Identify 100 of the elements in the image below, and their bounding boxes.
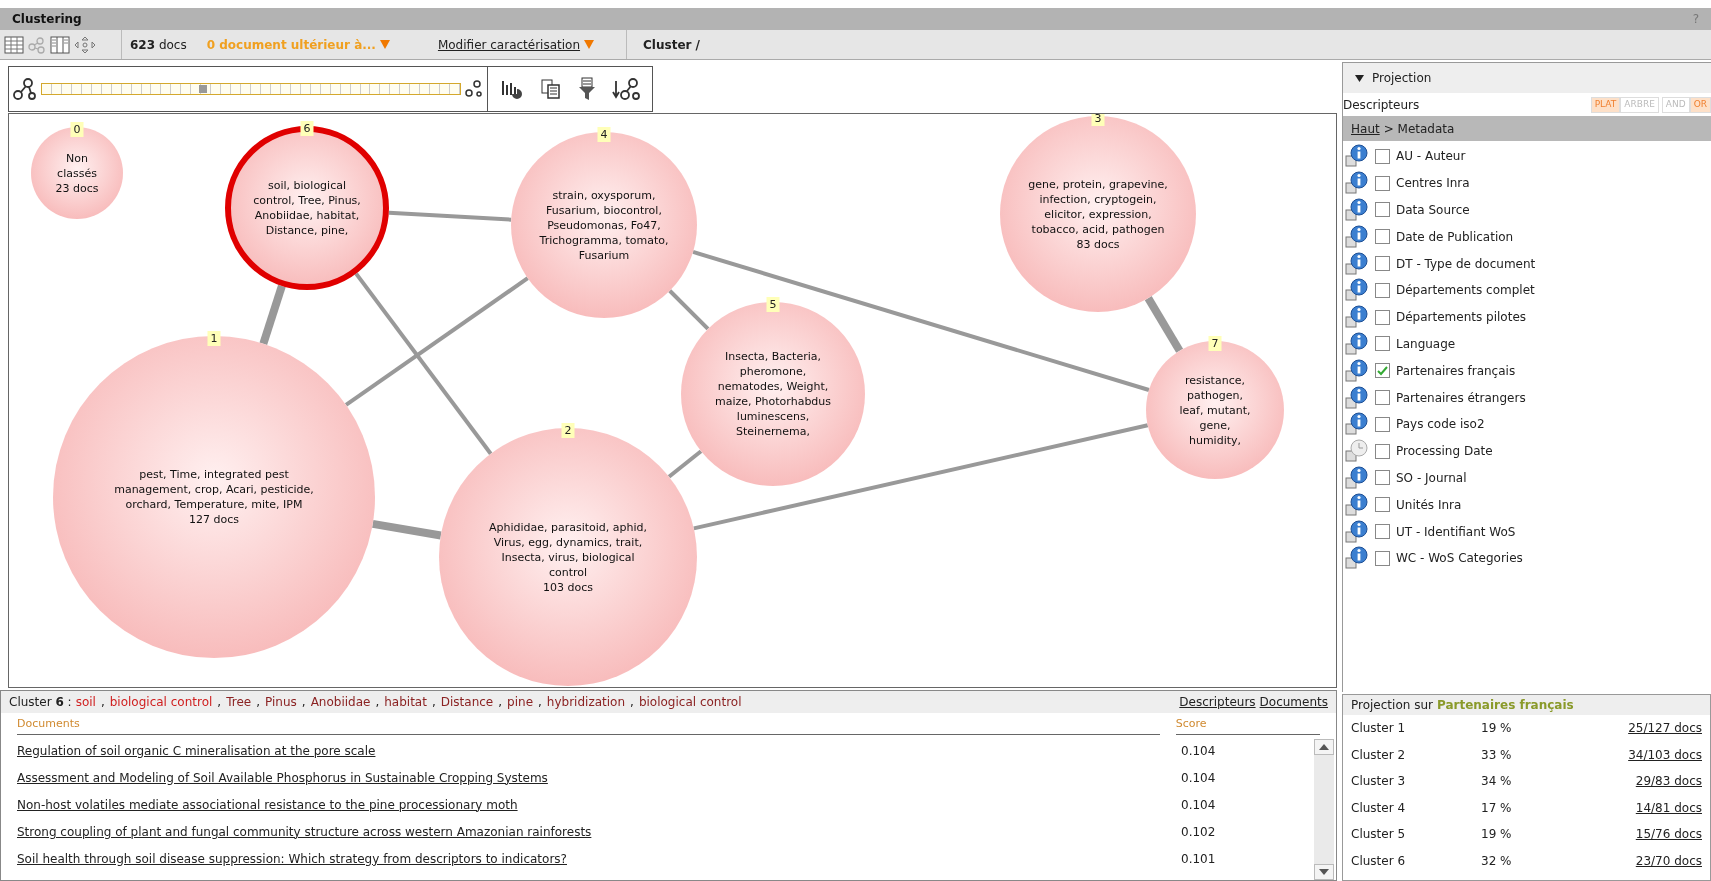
cluster-term[interactable]: Distance: [440, 693, 494, 711]
checkbox[interactable]: [1375, 282, 1390, 298]
info-icon[interactable]: [1345, 278, 1369, 303]
info-icon[interactable]: [1345, 385, 1369, 410]
cluster-term[interactable]: habitat: [384, 693, 427, 711]
info-icon[interactable]: [1345, 251, 1369, 276]
cluster-term[interactable]: pine: [507, 693, 534, 711]
info-icon[interactable]: [1345, 305, 1369, 330]
projection-field: Partenaires français: [1436, 696, 1574, 714]
modify-characterisation-link[interactable]: Modifier caractérisation: [437, 35, 595, 54]
expand-icon[interactable]: [1355, 74, 1364, 82]
cluster-node[interactable]: [225, 126, 389, 290]
descriptor-label: Date de Publication: [1396, 228, 1514, 246]
checkbox[interactable]: [1375, 175, 1390, 191]
checkbox[interactable]: [1375, 148, 1390, 164]
scrollbar[interactable]: [1314, 739, 1334, 880]
descriptor-label: Processing Date: [1396, 443, 1493, 461]
copy-icon[interactable]: [540, 78, 562, 100]
cluster-number: 3: [1091, 114, 1105, 126]
cluster-node[interactable]: [1000, 116, 1196, 312]
info-icon[interactable]: [1345, 465, 1369, 490]
cluster-icon[interactable]: [13, 77, 37, 101]
info-icon[interactable]: [1345, 144, 1369, 169]
docs-link[interactable]: 25/127 docs: [1551, 719, 1702, 738]
percentage: 33 %: [1481, 746, 1513, 764]
cluster-number: 1: [207, 331, 221, 346]
cluster-node[interactable]: [681, 302, 865, 486]
cluster-node[interactable]: [31, 127, 123, 219]
checkbox[interactable]: [1375, 524, 1390, 540]
cluster-term[interactable]: biological control: [109, 693, 213, 711]
cluster-term[interactable]: biological control: [638, 693, 742, 711]
tab-link[interactable]: Documents: [1259, 693, 1328, 711]
info-icon[interactable]: [1345, 358, 1369, 383]
info-icon[interactable]: [1345, 198, 1369, 222]
cluster-keywords: Non classés: [56, 150, 98, 181]
projection-label: Projection sur: [1351, 697, 1433, 714]
document-link[interactable]: Soil health through soil disease suppression: Which strategy from descriptors to indicators?: [17, 849, 1181, 868]
cluster-keywords: resistance, pathogen, leaf, mutant, gene, humidity,: [1178, 372, 1252, 448]
cluster-name: Cluster 2: [1351, 746, 1407, 764]
cluster-node[interactable]: [511, 132, 697, 318]
percentage: 32 %: [1481, 852, 1513, 870]
checkbox[interactable]: [1375, 416, 1390, 432]
slider-thumb[interactable]: [198, 85, 207, 93]
checkbox[interactable]: [1375, 390, 1390, 406]
cluster-term[interactable]: soil: [75, 693, 96, 711]
checkbox[interactable]: [1375, 550, 1390, 566]
info-icon[interactable]: [1345, 412, 1369, 437]
checkbox[interactable]: [1375, 497, 1390, 513]
cluster-node[interactable]: [53, 336, 375, 658]
docs-link[interactable]: 34/103 docs: [1551, 745, 1702, 764]
sort-cluster-icon[interactable]: [612, 77, 640, 101]
grid-icon[interactable]: [4, 35, 24, 54]
info-icon[interactable]: [1345, 171, 1369, 196]
descriptor-label: Départements pilotes: [1396, 309, 1527, 327]
checkbox[interactable]: [1375, 443, 1390, 459]
docs-link[interactable]: 14/81 docs: [1551, 798, 1702, 817]
docs-link[interactable]: 15/76 docs: [1551, 825, 1702, 844]
chart-icon[interactable]: [500, 78, 524, 100]
info-icon[interactable]: [1345, 331, 1369, 356]
checkbox[interactable]: [1375, 256, 1390, 272]
move-icon[interactable]: [74, 35, 96, 54]
descriptor-label: Data Source: [1396, 202, 1470, 219]
document-link[interactable]: Non-host volatiles mediate associational resistance to the pine processionary moth: [17, 795, 1181, 814]
cluster-icon[interactable]: [465, 80, 483, 98]
info-icon[interactable]: [1345, 224, 1369, 249]
tab-link[interactable]: Descripteurs: [1179, 693, 1256, 711]
checkbox[interactable]: [1375, 229, 1390, 245]
cluster-term[interactable]: Tree: [226, 693, 252, 711]
document-link[interactable]: Strong coupling of plant and fungal community structure across western Amazonian rainforests: [17, 822, 1181, 841]
columns-icon[interactable]: [50, 35, 70, 54]
docs-link[interactable]: 23/70 docs: [1551, 851, 1702, 870]
info-icon[interactable]: [1345, 519, 1369, 544]
document-link[interactable]: Assessment and Modeling of Soil Available Phosphorus in Sustainable Cropping Systems: [17, 768, 1181, 787]
scroll-down-icon[interactable]: [1319, 869, 1329, 875]
granularity-slider[interactable]: [41, 83, 461, 95]
descriptor-label: WC - WoS Categories: [1396, 550, 1523, 568]
term-separator: ,: [217, 694, 222, 711]
document-link[interactable]: Regulation of soil organic C mineralisation at the pore scale: [17, 741, 1181, 760]
document-score: 0.104: [1181, 742, 1216, 760]
scroll-up-icon[interactable]: [1319, 744, 1329, 750]
checkbox[interactable]: [1375, 202, 1390, 218]
info-icon[interactable]: [1345, 492, 1369, 517]
caret-icon: [584, 40, 595, 49]
filter-icon[interactable]: [578, 77, 596, 101]
term-separator: ,: [301, 694, 306, 711]
checkbox[interactable]: [1375, 470, 1390, 486]
cluster-term[interactable]: Anobiidae: [310, 693, 371, 711]
checkbox[interactable]: [1375, 336, 1390, 352]
term-separator: ,: [375, 694, 380, 711]
checkbox[interactable]: [1375, 363, 1390, 379]
cluster-node[interactable]: [1146, 341, 1284, 479]
info-icon[interactable]: [1345, 546, 1369, 571]
descriptor-label: UT - Identifiant WoS: [1396, 523, 1516, 541]
cluster-term[interactable]: hybridization: [546, 693, 626, 711]
docs-link[interactable]: 29/83 docs: [1551, 772, 1702, 791]
checkbox[interactable]: [1375, 309, 1390, 325]
cluster-term[interactable]: Pinus: [265, 693, 297, 711]
breadcrumb-link[interactable]: Haut: [1351, 119, 1380, 138]
cluster-number: 4: [597, 127, 611, 142]
cluster-node[interactable]: [439, 428, 697, 686]
